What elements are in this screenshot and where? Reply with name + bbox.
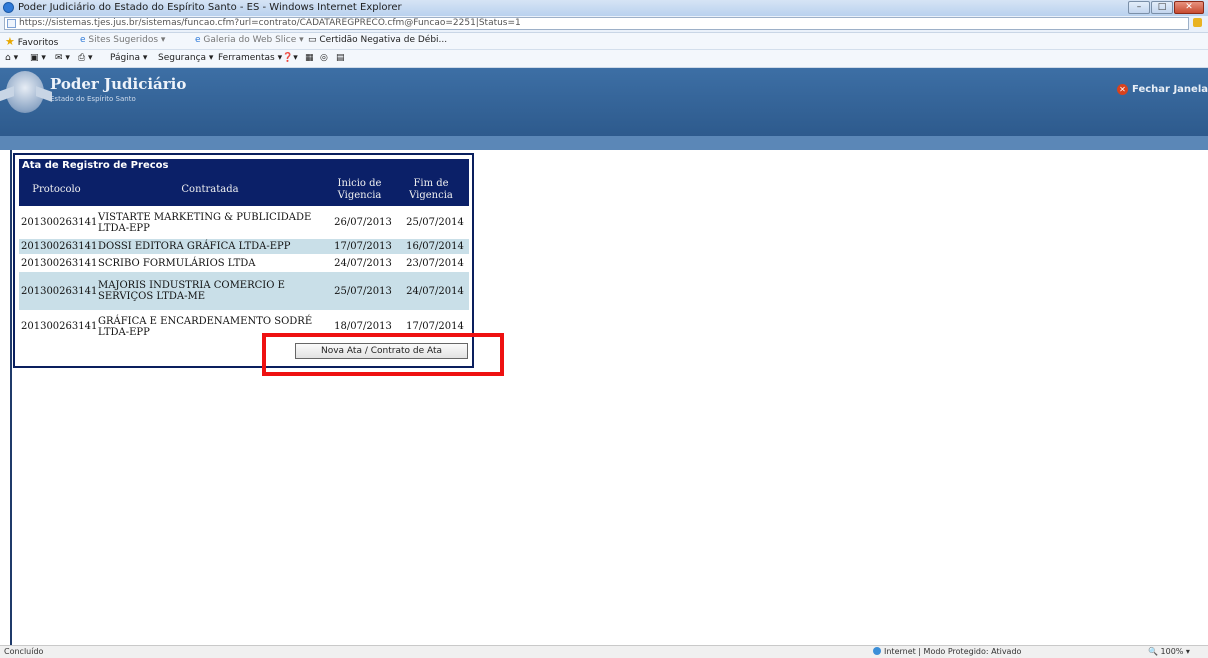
coat-of-arms-icon	[0, 71, 52, 113]
status-bar: Concluído Internet | Modo Protegido: Ati…	[0, 645, 1208, 658]
feeds-icon[interactable]: ▣ ▾	[30, 53, 46, 63]
url-text: https://sistemas.tjes.jus.br/sistemas/fu…	[19, 18, 521, 28]
favorites-label: Favoritos	[17, 38, 59, 48]
zoom-control[interactable]: 🔍 100% ▾	[1148, 647, 1190, 656]
page-link-icon: ▭	[308, 35, 317, 45]
close-window-icon[interactable]: ✕	[1174, 1, 1204, 14]
ie-page-icon: e	[80, 35, 86, 45]
cell-protocolo: 201300263141	[21, 285, 98, 297]
security-zone[interactable]: Internet | Modo Protegido: Ativado	[873, 647, 1021, 656]
ie-page-icon: e	[195, 35, 201, 45]
cell-contratada: SCRIBO FORMULÁRIOS LTDA	[98, 257, 256, 269]
app-header: Poder Judiciário Estado do Espírito Sant…	[0, 68, 1208, 150]
suggested-sites-link[interactable]: e Sites Sugeridos ▾	[80, 35, 165, 45]
toolbar-extra-icon[interactable]: ▤	[336, 53, 345, 63]
table-row[interactable]: 201300263141 MAJORIS INDUSTRIA COMERCIO …	[19, 272, 469, 310]
research-icon[interactable]: ▦	[305, 53, 314, 63]
app-title: Poder Judiciário	[50, 75, 187, 93]
favorites-bar: ★ Favoritos e Sites Sugeridos ▾ e Galeri…	[0, 33, 1208, 50]
minimize-icon[interactable]: –	[1128, 1, 1150, 14]
seguranca-menu[interactable]: Segurança ▾	[158, 53, 213, 63]
table-row[interactable]: 201300263141 SCRIBO FORMULÁRIOS LTDA 24/…	[19, 255, 469, 271]
page-icon	[7, 19, 16, 28]
help-icon[interactable]: ❓▾	[282, 53, 298, 63]
cell-inicio: 25/07/2013	[334, 285, 392, 297]
cell-fim: 23/07/2014	[406, 257, 464, 269]
home-icon[interactable]: ⌂ ▾	[5, 53, 18, 63]
col-header-inicio: Inicio de Vigencia	[326, 173, 393, 206]
close-page-button[interactable]: ✕ Fechar Janela	[1117, 84, 1208, 95]
col-header-inicio-label: Inicio de Vigencia	[337, 177, 382, 201]
cell-inicio: 24/07/2013	[334, 257, 392, 269]
cell-protocolo: 201300263141	[21, 257, 98, 269]
cell-contratada: VISTARTE MARKETING & PUBLICIDADE LTDA-EP…	[98, 211, 312, 234]
panel-title: Ata de Registro de Precos	[19, 159, 469, 173]
table-row[interactable]: 201300263141 VISTARTE MARKETING & PUBLIC…	[19, 207, 469, 238]
cell-fim: 24/07/2014	[406, 285, 464, 297]
col-header-contratada: Contratada	[94, 173, 326, 206]
security-zone-label: Internet | Modo Protegido: Ativado	[884, 647, 1022, 656]
close-icon: ✕	[1117, 84, 1129, 95]
command-bar: ⌂ ▾ ▣ ▾ ✉ ▾ ⎙ ▾ Página ▾ Segurança ▾ Fer…	[0, 50, 1208, 68]
lock-icon[interactable]	[1193, 18, 1202, 27]
cell-fim: 25/07/2014	[406, 217, 464, 228]
globe-icon	[873, 647, 881, 655]
favorites-button[interactable]: ★ Favoritos	[5, 35, 58, 48]
window-title: Poder Judiciário do Estado do Espírito S…	[18, 2, 402, 13]
cell-protocolo: 201300263141	[21, 321, 98, 332]
star-icon: ★	[5, 35, 15, 48]
web-slice-gallery-label: Galeria do Web Slice ▾	[203, 35, 304, 45]
url-field[interactable]: https://sistemas.tjes.jus.br/sistemas/fu…	[4, 17, 1189, 30]
table-row[interactable]: 201300263141 DOSSI EDITORA GRÁFICA LTDA-…	[19, 239, 469, 254]
col-header-protocolo: Protocolo	[19, 173, 94, 206]
cell-inicio: 26/07/2013	[334, 217, 392, 228]
print-icon[interactable]: ⎙ ▾	[78, 53, 93, 63]
certidao-label: Certidão Negativa de Débi...	[319, 35, 448, 45]
zoom-label: 100%	[1160, 647, 1184, 656]
certidao-link[interactable]: ▭ Certidão Negativa de Débi...	[308, 35, 447, 45]
mail-icon[interactable]: ✉ ▾	[55, 53, 70, 63]
ie-logo-icon	[3, 2, 14, 13]
messenger-icon[interactable]: ◎	[320, 53, 328, 63]
maximize-icon[interactable]: □	[1151, 1, 1173, 14]
cell-protocolo: 201300263141	[21, 241, 98, 252]
web-slice-gallery-link[interactable]: e Galeria do Web Slice ▾	[195, 35, 304, 45]
address-bar: https://sistemas.tjes.jus.br/sistemas/fu…	[0, 16, 1208, 33]
cell-contratada: MAJORIS INDUSTRIA COMERCIO E SERVIÇOS LT…	[98, 280, 285, 302]
col-header-fim: Fim de Vigencia	[393, 173, 469, 206]
close-page-label: Fechar Janela	[1132, 84, 1208, 95]
ferramentas-menu[interactable]: Ferramentas ▾	[218, 53, 282, 63]
app-subtitle: Estado do Espírito Santo	[50, 95, 136, 103]
col-header-fim-label: Fim de Vigencia	[409, 177, 453, 201]
frame-divider	[10, 150, 12, 645]
pagina-menu[interactable]: Página ▾	[110, 53, 147, 63]
suggested-sites-label: Sites Sugeridos ▾	[88, 35, 166, 45]
cell-fim: 16/07/2014	[406, 241, 464, 252]
highlight-box	[262, 333, 504, 376]
window-controls: – □ ✕	[1128, 1, 1204, 15]
cell-contratada: DOSSI EDITORA GRÁFICA LTDA-EPP	[98, 241, 291, 252]
cell-inicio: 17/07/2013	[334, 241, 392, 252]
status-text: Concluído	[4, 647, 44, 656]
cell-protocolo: 201300263141	[21, 217, 98, 228]
header-band	[0, 136, 1208, 150]
window-title-bar: Poder Judiciário do Estado do Espírito S…	[0, 0, 1208, 16]
